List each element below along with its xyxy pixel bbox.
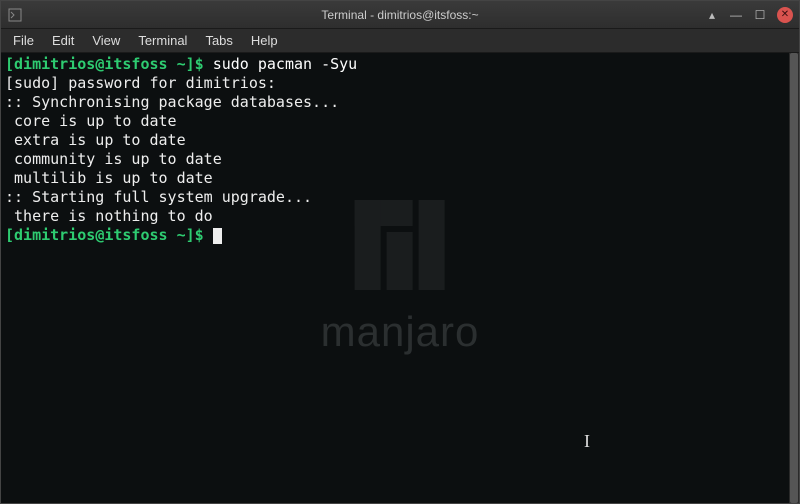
scroll-thumb[interactable] [790,53,798,503]
menu-file[interactable]: File [5,31,42,50]
prompt-symbol: $ [195,55,204,73]
close-button[interactable]: ✕ [777,7,793,23]
command-text: sudo pacman -Syu [213,55,358,73]
prompt-host: itsfoss [104,55,167,73]
terminal-cursor [213,228,222,244]
minimize-button[interactable]: — [729,8,743,22]
window-controls: ▴ — ☐ ✕ [705,7,793,23]
output-line: community is up to date [5,150,222,168]
menu-help[interactable]: Help [243,31,286,50]
terminal-output: [dimitrios@itsfoss ~]$ sudo pacman -Syu … [1,53,799,247]
menu-terminal[interactable]: Terminal [130,31,195,50]
titlebar: Terminal - dimitrios@itsfoss:~ ▴ — ☐ ✕ [1,1,799,29]
output-line: :: Starting full system upgrade... [5,188,312,206]
output-line: extra is up to date [5,131,186,149]
output-line: there is nothing to do [5,207,213,225]
prompt-path: ~ [177,55,186,73]
menu-edit[interactable]: Edit [44,31,82,50]
maximize-button[interactable]: ☐ [753,8,767,22]
menu-view[interactable]: View [84,31,128,50]
terminal-area[interactable]: manjaro [dimitrios@itsfoss ~]$ sudo pacm… [1,53,799,503]
app-icon [7,7,23,23]
output-line: :: Synchronising package databases... [5,93,339,111]
menubar: File Edit View Terminal Tabs Help [1,29,799,53]
menu-tabs[interactable]: Tabs [197,31,240,50]
prompt-user: dimitrios [14,55,95,73]
manjaro-logo-text: manjaro [321,308,480,356]
keep-above-icon[interactable]: ▴ [705,8,719,22]
window-title: Terminal - dimitrios@itsfoss:~ [321,8,478,22]
scrollbar[interactable] [789,53,799,503]
output-line: core is up to date [5,112,177,130]
output-line: multilib is up to date [5,169,213,187]
output-line: [sudo] password for dimitrios: [5,74,276,92]
